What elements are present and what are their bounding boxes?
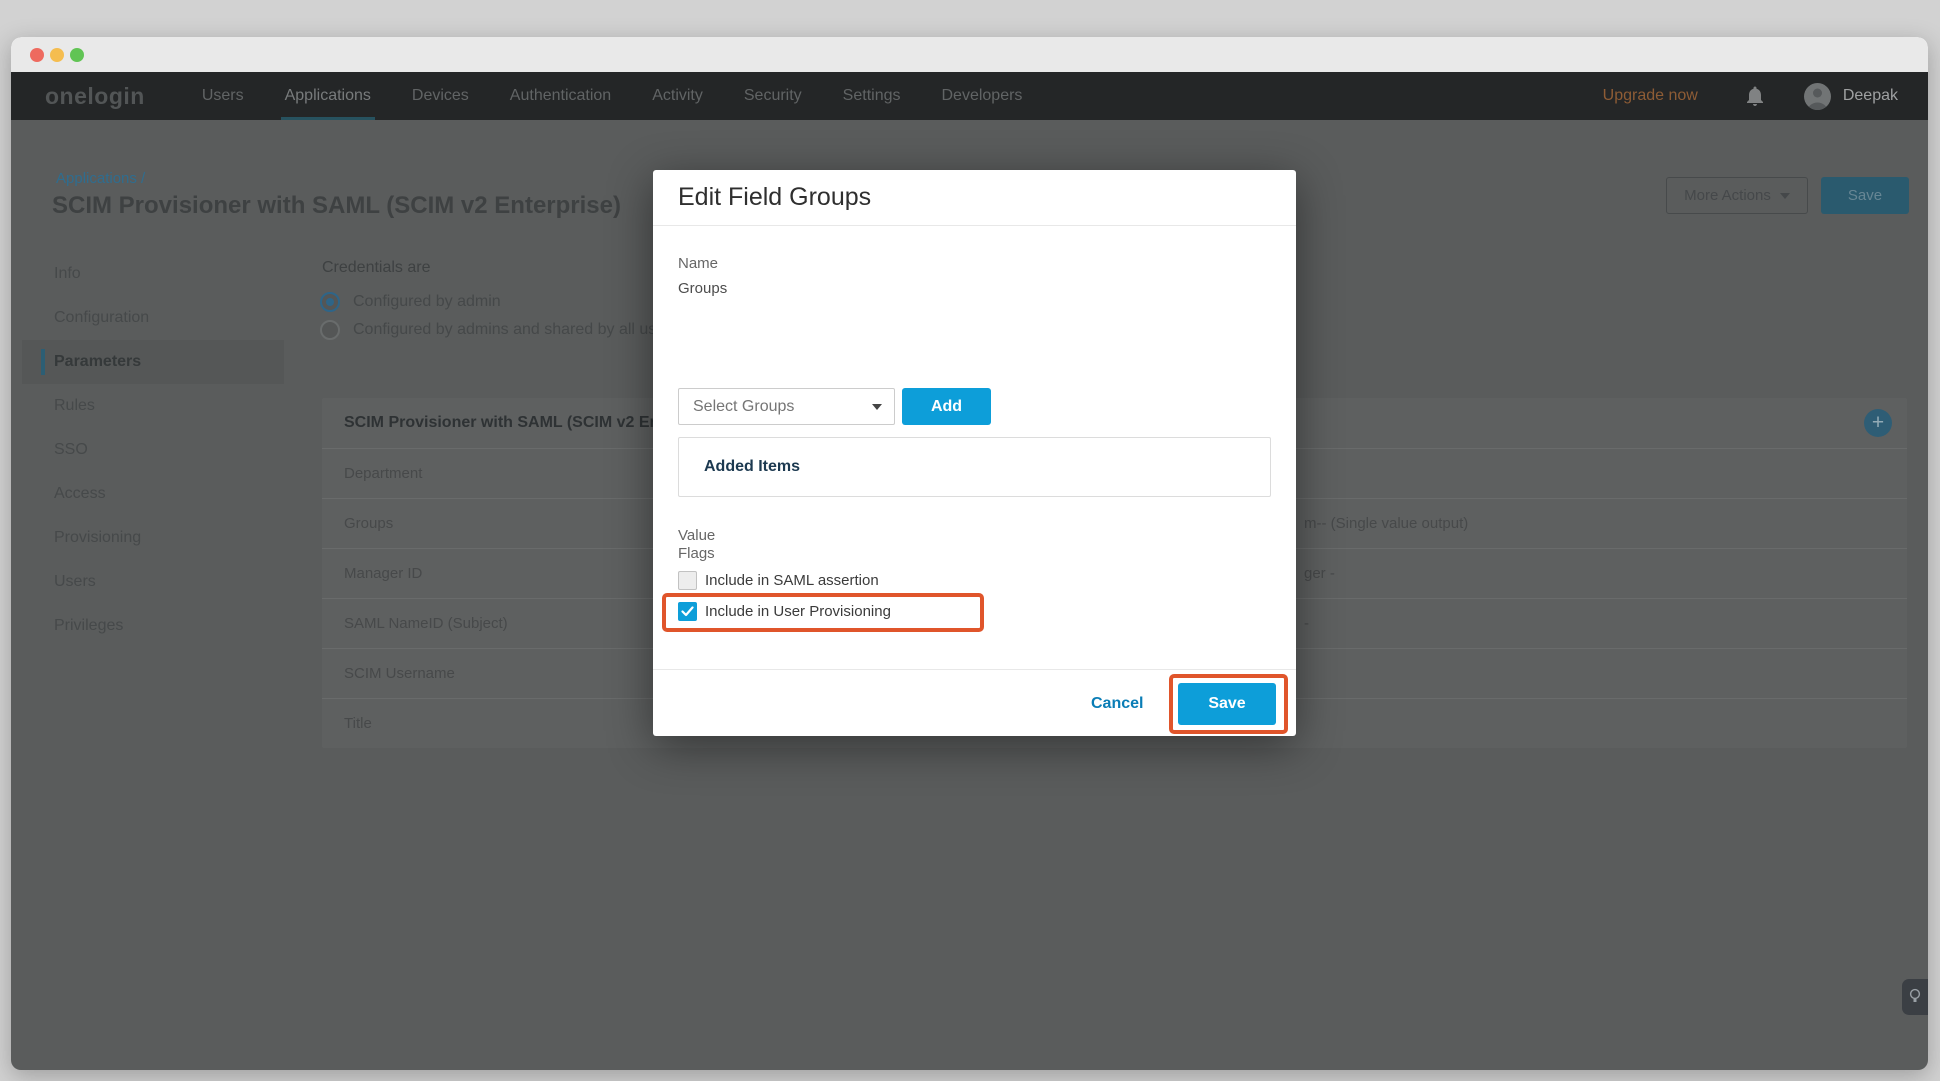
radio-label: Configured by admin bbox=[353, 293, 501, 311]
radio-label: Configured by admins and shared by all u… bbox=[353, 321, 697, 339]
nav-item-activity[interactable]: Activity bbox=[652, 72, 703, 120]
sidebar-item-provisioning[interactable]: Provisioning bbox=[22, 516, 284, 560]
top-navbar: onelogin Users Applications Devices Auth… bbox=[11, 72, 1928, 120]
row-field-label: SAML NameID (Subject) bbox=[344, 615, 508, 632]
radio-configured-by-admins-shared[interactable]: Configured by admins and shared by all u… bbox=[320, 319, 697, 341]
cancel-button[interactable]: Cancel bbox=[1091, 695, 1143, 713]
modal-save-button[interactable]: Save bbox=[1178, 683, 1276, 725]
chevron-down-icon bbox=[872, 404, 882, 410]
more-actions-button[interactable]: More Actions bbox=[1666, 177, 1808, 214]
checkbox-include-user-provisioning[interactable]: Include in User Provisioning bbox=[678, 602, 891, 621]
add-parameter-button[interactable]: + bbox=[1864, 409, 1892, 437]
sidebar-item-parameters[interactable]: Parameters bbox=[22, 340, 284, 384]
sidebar-item-rules[interactable]: Rules bbox=[22, 384, 284, 428]
row-field-label: Title bbox=[344, 715, 372, 732]
chevron-down-icon bbox=[1780, 193, 1790, 199]
window-titlebar bbox=[11, 37, 1928, 72]
sidebar-item-configuration[interactable]: Configuration bbox=[22, 296, 284, 340]
sidebar-item-access[interactable]: Access bbox=[22, 472, 284, 516]
breadcrumb[interactable]: Applications / bbox=[56, 170, 145, 187]
navbar-right: Upgrade now Deepak bbox=[1603, 83, 1898, 110]
added-items-box: Added Items bbox=[678, 437, 1271, 497]
credentials-label: Credentials are bbox=[322, 259, 431, 277]
app-sidebar: Info Configuration Parameters Rules SSO … bbox=[22, 252, 284, 648]
edit-field-groups-modal: Edit Field Groups Name Groups Value Sele… bbox=[653, 170, 1296, 736]
nav-item-devices[interactable]: Devices bbox=[412, 72, 469, 120]
sidebar-item-users[interactable]: Users bbox=[22, 560, 284, 604]
nav-item-developers[interactable]: Developers bbox=[941, 72, 1022, 120]
radio-unselected-icon[interactable] bbox=[320, 320, 340, 340]
name-value: Groups bbox=[678, 280, 727, 297]
modal-title: Edit Field Groups bbox=[678, 183, 871, 212]
row-field-label: Department bbox=[344, 465, 422, 482]
row-value-fragment: - bbox=[1304, 615, 1309, 632]
row-field-label: SCIM Username bbox=[344, 665, 455, 682]
add-button[interactable]: Add bbox=[902, 388, 991, 425]
name-label: Name bbox=[678, 255, 718, 272]
checkbox-label: Include in SAML assertion bbox=[705, 572, 879, 589]
modal-header: Edit Field Groups bbox=[653, 170, 1296, 226]
bell-icon[interactable] bbox=[1746, 86, 1764, 106]
checkbox-unchecked-icon[interactable] bbox=[678, 571, 697, 590]
row-value-fragment: m-- (Single value output) bbox=[1304, 515, 1468, 532]
radio-selected-icon[interactable] bbox=[320, 292, 340, 312]
checkbox-include-saml-assertion[interactable]: Include in SAML assertion bbox=[678, 571, 879, 590]
checkbox-checked-icon[interactable] bbox=[678, 602, 697, 621]
nav-item-settings[interactable]: Settings bbox=[843, 72, 901, 120]
select-placeholder: Select Groups bbox=[693, 398, 872, 416]
row-field-label: Manager ID bbox=[344, 565, 422, 582]
onelogin-logo[interactable]: onelogin bbox=[45, 83, 145, 110]
minimize-icon[interactable] bbox=[50, 48, 64, 62]
nav-item-authentication[interactable]: Authentication bbox=[510, 72, 611, 120]
value-label: Value bbox=[678, 527, 715, 544]
nav-item-users[interactable]: Users bbox=[202, 72, 244, 120]
row-value-fragment: ger - bbox=[1304, 565, 1335, 582]
user-name[interactable]: Deepak bbox=[1843, 87, 1898, 105]
checkbox-label: Include in User Provisioning bbox=[705, 603, 891, 620]
page-title: SCIM Provisioner with SAML (SCIM v2 Ente… bbox=[52, 192, 621, 220]
lightbulb-icon bbox=[1909, 988, 1921, 1006]
zoom-icon[interactable] bbox=[70, 48, 84, 62]
sidebar-item-sso[interactable]: SSO bbox=[22, 428, 284, 472]
check-icon bbox=[681, 606, 694, 617]
hint-button[interactable] bbox=[1902, 979, 1928, 1015]
upgrade-now-link[interactable]: Upgrade now bbox=[1603, 87, 1698, 105]
nav-menu: Users Applications Devices Authenticatio… bbox=[202, 72, 1064, 120]
nav-item-security[interactable]: Security bbox=[744, 72, 802, 120]
sidebar-item-privileges[interactable]: Privileges bbox=[22, 604, 284, 648]
close-icon[interactable] bbox=[30, 48, 44, 62]
more-actions-label: More Actions bbox=[1684, 187, 1771, 204]
header-save-button[interactable]: Save bbox=[1821, 177, 1909, 214]
radio-configured-by-admin[interactable]: Configured by admin bbox=[320, 291, 501, 313]
avatar[interactable] bbox=[1804, 83, 1831, 110]
nav-item-applications[interactable]: Applications bbox=[285, 72, 371, 120]
flags-label: Flags bbox=[678, 545, 715, 562]
row-field-label: Groups bbox=[344, 515, 393, 532]
select-groups-dropdown[interactable]: Select Groups bbox=[678, 388, 895, 425]
added-items-label: Added Items bbox=[704, 458, 800, 476]
sidebar-item-info[interactable]: Info bbox=[22, 252, 284, 296]
